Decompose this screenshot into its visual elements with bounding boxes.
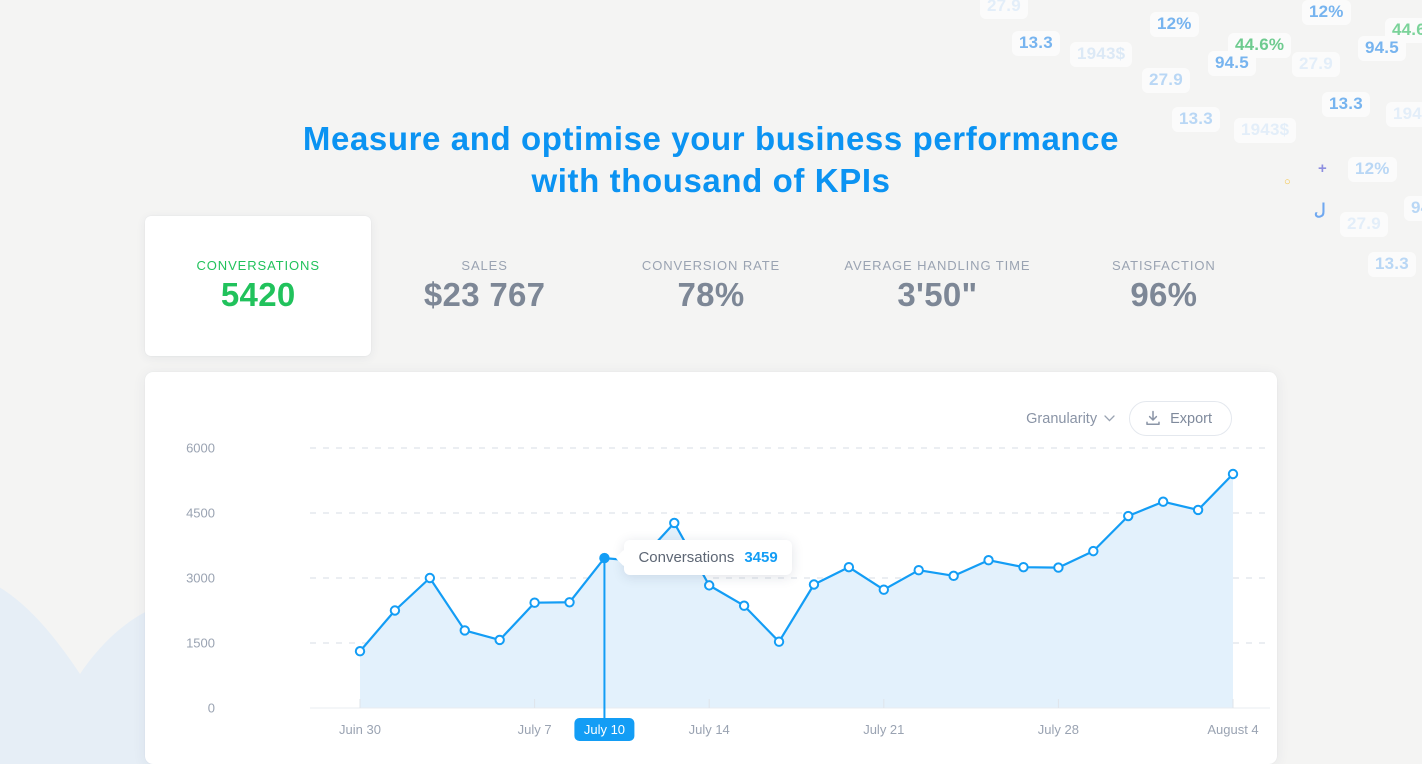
x-axis-tick-selected[interactable]: July 10 [574, 718, 635, 741]
x-axis-tick[interactable]: July 21 [863, 722, 904, 737]
floating-badge: 27.9 [1292, 52, 1340, 77]
kpi-value: $23 767 [423, 275, 546, 313]
floating-badge: 94.5 [1208, 51, 1256, 76]
kpi-value: 3'50" [897, 275, 978, 313]
floating-badge: 13.3 [1322, 92, 1370, 117]
kpi-card-average-handling-time[interactable]: AVERAGE HANDLING TIME 3'50" [824, 216, 1050, 356]
floating-badge: 94.5 [1358, 36, 1406, 61]
y-axis-tick: 4500 [186, 505, 215, 521]
floating-badge: 12% [1302, 0, 1351, 25]
floating-badge: 44.6 [1385, 18, 1422, 43]
headline-line-1: Measure and optimise your business perfo… [302, 120, 1120, 158]
kpi-row: CONVERSATIONS 5420 SALES $23 767 CONVERSION … [145, 216, 1277, 356]
decor-mark: ل [1314, 202, 1326, 219]
floating-badge: 12% [1150, 12, 1199, 37]
tooltip-label: Conversations [638, 549, 735, 567]
headline-line-2: with thousand of KPIs [531, 162, 891, 200]
kpi-label: SATISFACTION [1111, 257, 1216, 273]
x-axis-tick[interactable]: July 28 [1038, 722, 1079, 737]
kpi-card-conversion-rate[interactable]: CONVERSION RATE 78% [598, 216, 824, 356]
kpi-card-satisfaction[interactable]: SATISFACTION 96% [1051, 216, 1277, 356]
x-axis-tick[interactable]: Juin 30 [339, 722, 381, 737]
x-axis-tick[interactable]: July 7 [518, 722, 552, 737]
y-axis-labels: 0 1500 3000 4500 6000 [155, 372, 215, 764]
chart-tooltip: Conversations 3459 [624, 540, 792, 576]
kpi-value: 78% [677, 275, 745, 313]
page-title: Measure and optimise your business perfo… [0, 118, 1422, 202]
floating-badge: 1943$ [1070, 42, 1133, 67]
conversations-area-chart[interactable]: 0 1500 3000 4500 6000 Juin 30 July 7 July 10 Ju… [145, 372, 1277, 764]
kpi-label: CONVERSATIONS [196, 257, 320, 273]
floating-badge: 13.3 [1012, 31, 1060, 56]
x-axis-tick[interactable]: July 14 [689, 722, 730, 737]
kpi-card-conversations[interactable]: CONVERSATIONS 5420 [145, 216, 372, 356]
kpi-card-sales[interactable]: SALES $23 767 [371, 216, 597, 356]
floating-badge: 13.3 [1368, 252, 1416, 277]
y-axis-tick: 0 [207, 700, 215, 716]
y-axis-tick: 1500 [186, 635, 215, 651]
chart-card: Granularity Export 0 1500 3000 4500 6000 Jui… [145, 372, 1277, 764]
kpi-label: SALES [461, 257, 508, 273]
floating-badge: 27.9 [1340, 212, 1388, 237]
floating-badge: 44.6% [1228, 33, 1292, 58]
x-axis-tick[interactable]: August 4 [1207, 722, 1258, 737]
y-axis-tick: 3000 [186, 570, 215, 586]
kpi-label: AVERAGE HANDLING TIME [844, 257, 1031, 273]
tooltip-value: 3459 [744, 549, 778, 567]
kpi-value: 5420 [220, 275, 296, 313]
kpi-value: 96% [1130, 275, 1198, 313]
floating-badge: 27.9 [980, 0, 1028, 19]
kpi-label: CONVERSION RATE [641, 257, 781, 273]
y-axis-tick: 6000 [186, 440, 215, 456]
floating-badge: 27.9 [1142, 68, 1190, 93]
